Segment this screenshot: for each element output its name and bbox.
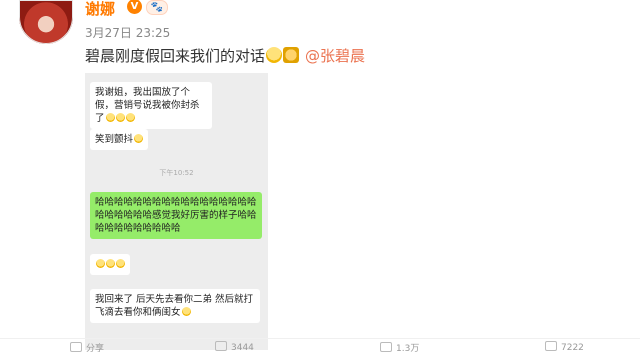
post-timestamp[interactable]: 3月27日 23:25 <box>85 24 170 41</box>
cry-laugh-icon <box>116 259 125 268</box>
share-button[interactable]: 分享 <box>70 341 104 354</box>
extra-button[interactable]: 7222 <box>545 341 584 353</box>
avatar[interactable] <box>19 0 73 44</box>
smile-icon <box>181 307 191 316</box>
chat-message-4-text: 我回来了 后天先去看你二弟 然后就打飞滴去看你和俩闺女 <box>95 294 254 318</box>
chat-message-2-text: 笑到颤抖 <box>95 134 134 145</box>
extra-count: 7222 <box>561 343 584 353</box>
comment-count: 3444 <box>231 343 254 353</box>
post-text: 碧晨刚度假回来我们的对话 @张碧晨 <box>85 45 365 66</box>
mention-link[interactable]: @张碧晨 <box>305 47 365 65</box>
chat-message-2: 笑到颤抖 <box>90 129 149 150</box>
chat-message-4: 我回来了 后天先去看你二弟 然后就打飞滴去看你和俩闺女 <box>90 289 260 323</box>
cheers-icon <box>283 47 300 63</box>
avatar-ring <box>19 0 73 44</box>
like-button[interactable]: 1.3万 <box>380 341 419 354</box>
verified-badge-icon: V <box>127 0 142 14</box>
chat-timestamp: 下午10:52 <box>159 169 194 177</box>
post-body: 碧晨刚度假回来我们的对话 <box>85 47 266 65</box>
smile-icon <box>134 134 144 143</box>
chat-message-1: 我谢姐，我出国放了个假，营销号说我被你封杀了 <box>90 82 212 129</box>
cry-laugh-icon <box>96 259 105 268</box>
share-icon <box>70 342 82 352</box>
cry-laugh-icon <box>115 113 125 122</box>
chat-screenshot[interactable]: 我谢姐，我出国放了个假，营销号说我被你封杀了 笑到颤抖 下午10:52 哈哈哈哈… <box>85 73 268 350</box>
laughing-cry-icon <box>266 47 283 63</box>
username[interactable]: 谢娜 <box>85 0 115 19</box>
cry-laugh-icon <box>125 113 135 122</box>
comment-button[interactable]: 3444 <box>215 341 254 353</box>
post-toolbar: 分享 3444 1.3万 7222 <box>0 338 640 354</box>
cry-laugh-icon <box>106 259 115 268</box>
like-count: 1.3万 <box>396 344 420 354</box>
chat-reply: 哈哈哈哈哈哈哈哈哈哈哈哈哈哈哈哈哈哈哈哈哈哈哈感觉我好厉害的样子哈哈哈哈哈哈哈哈… <box>90 192 262 239</box>
like-icon <box>380 342 392 352</box>
cry-laugh-icon <box>105 113 115 122</box>
chat-message-3 <box>90 254 130 275</box>
fan-badge-icon[interactable]: 🐾 <box>146 0 168 15</box>
share-label: 分享 <box>86 344 105 354</box>
